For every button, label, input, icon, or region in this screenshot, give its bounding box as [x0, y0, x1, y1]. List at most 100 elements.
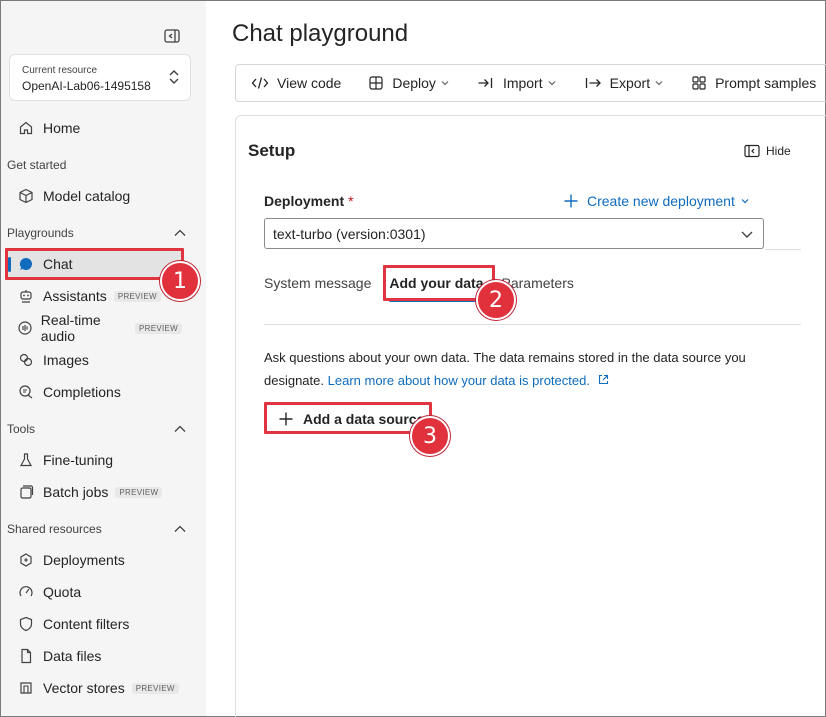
deployment-label: Deployment * — [264, 193, 354, 209]
deployment-label-text: Deployment — [264, 193, 345, 209]
deployment-value: text-turbo (version:0301) — [273, 225, 426, 242]
divider — [765, 249, 801, 250]
import-label: Import — [502, 75, 543, 91]
hide-label: Hide — [766, 144, 791, 158]
sidebar-item-label: Images — [43, 352, 89, 368]
create-new-deployment-label: Create new deployment — [587, 193, 735, 209]
shield-icon — [16, 614, 36, 634]
setup-title: Setup — [248, 141, 296, 160]
sidebar-item-vector-stores[interactable]: Vector stores PREVIEW — [7, 673, 182, 703]
sidebar-item-label: Deployments — [43, 552, 125, 568]
prompt-samples-label: Prompt samples — [715, 75, 817, 91]
view-code-label: View code — [277, 75, 342, 91]
sidebar-item-images[interactable]: Images — [7, 345, 182, 375]
learn-more-text: Learn more about how your data is protec… — [327, 373, 590, 388]
section-shared-resources[interactable]: Shared resources — [7, 519, 187, 539]
view-code-button[interactable]: View code — [251, 75, 341, 91]
deployment-select[interactable]: text-turbo (version:0301) — [264, 218, 764, 249]
sidebar-item-batch-jobs[interactable]: Batch jobs PREVIEW — [7, 477, 182, 507]
sidebar-item-label: Quota — [43, 584, 82, 600]
flask-icon — [16, 450, 36, 470]
sidebar-item-realtime-audio[interactable]: Real-time audio PREVIEW — [7, 312, 182, 344]
preview-badge: PREVIEW — [115, 486, 163, 498]
export-icon — [584, 75, 602, 91]
toolbar: View code Deploy Import Export Prompt sa… — [235, 64, 826, 102]
page-title: Chat playground — [232, 20, 409, 47]
code-icon — [251, 75, 269, 91]
resource-value: OpenAI-Lab06-1495158 — [22, 79, 151, 93]
sidebar-item-assistants[interactable]: Assistants PREVIEW — [7, 281, 182, 311]
hide-button[interactable]: Hide — [744, 144, 791, 158]
plus-icon — [563, 193, 579, 209]
step-callout-1: 1 — [160, 261, 200, 301]
prompt-samples-button[interactable]: Prompt samples — [691, 75, 816, 91]
sidebar-item-deployments[interactable]: Deployments — [7, 545, 182, 575]
section-label: Get started — [7, 158, 67, 172]
image-icon — [16, 350, 36, 370]
import-icon — [477, 75, 495, 91]
quota-icon — [16, 582, 36, 602]
sidebar-item-quota[interactable]: Quota — [7, 577, 182, 607]
home-icon — [16, 118, 36, 138]
assistant-icon — [16, 286, 36, 306]
highlight-box-chat — [5, 248, 184, 280]
resource-selector[interactable]: Current resource OpenAI-Lab06-1495158 — [9, 54, 191, 101]
chevron-updown-icon — [168, 69, 180, 88]
sidebar-item-data-files[interactable]: Data files — [7, 641, 182, 671]
step-callout-3: 3 — [410, 416, 450, 456]
section-label: Tools — [7, 422, 36, 436]
chevron-down-icon — [547, 78, 557, 88]
preview-badge: PREVIEW — [135, 322, 182, 334]
divider — [264, 324, 801, 325]
chevron-up-icon[interactable] — [173, 422, 187, 439]
sidebar-item-label: Content filters — [43, 616, 130, 632]
sidebar-item-home[interactable]: Home — [7, 113, 182, 143]
tab-system-message[interactable]: System message — [264, 272, 371, 302]
chevron-down-icon — [740, 196, 750, 206]
chevron-down-icon — [654, 78, 664, 88]
chevron-down-icon — [440, 78, 450, 88]
completions-icon — [16, 382, 36, 402]
section-get-started: Get started — [7, 155, 187, 175]
section-label: Shared resources — [7, 522, 102, 536]
import-button[interactable]: Import — [477, 75, 557, 91]
sidebar-item-label: Model catalog — [43, 188, 131, 204]
sidebar: Current resource OpenAI-Lab06-1495158 Ho… — [1, 1, 206, 716]
batch-icon — [16, 482, 36, 502]
deployments-icon — [16, 550, 36, 570]
vector-store-icon — [16, 678, 36, 698]
grid-icon — [691, 75, 707, 91]
resource-label: Current resource — [22, 65, 98, 76]
sidebar-item-label: Data files — [43, 648, 102, 664]
sidebar-item-model-catalog[interactable]: Model catalog — [7, 181, 182, 211]
deploy-button[interactable]: Deploy — [368, 75, 450, 91]
learn-more-link[interactable]: Learn more about how your data is protec… — [328, 373, 609, 388]
sidebar-item-label: Home — [43, 120, 81, 136]
cube-icon — [16, 186, 36, 206]
create-new-deployment-button[interactable]: Create new deployment — [563, 193, 750, 209]
highlight-box-add-data-source — [264, 402, 432, 434]
chevron-up-icon[interactable] — [173, 226, 187, 243]
sidebar-item-label: Assistants — [43, 288, 107, 304]
audio-icon — [16, 318, 34, 338]
sidebar-item-label: Real-time audio — [40, 312, 101, 344]
section-tools[interactable]: Tools — [7, 419, 187, 439]
sidebar-item-fine-tuning[interactable]: Fine-tuning — [7, 445, 182, 475]
collapse-sidebar-icon[interactable] — [163, 27, 181, 45]
sidebar-item-content-filters[interactable]: Content filters — [7, 609, 182, 639]
panel-collapse-icon — [744, 144, 760, 158]
chevron-up-icon[interactable] — [173, 522, 187, 539]
deploy-icon — [368, 75, 384, 91]
sidebar-item-label: Batch jobs — [43, 484, 109, 500]
sidebar-item-completions[interactable]: Completions — [7, 377, 182, 407]
required-mark: * — [348, 193, 354, 209]
sidebar-item-label: Vector stores — [43, 680, 125, 696]
section-playgrounds[interactable]: Playgrounds — [7, 223, 187, 243]
preview-badge: PREVIEW — [113, 290, 161, 302]
main-content: Chat playground View code Deploy Import … — [207, 1, 826, 717]
export-button[interactable]: Export — [584, 75, 664, 91]
section-label: Playgrounds — [7, 226, 74, 240]
step-callout-2: 2 — [476, 280, 516, 320]
sidebar-item-label: Completions — [43, 384, 121, 400]
external-link-icon — [598, 374, 608, 385]
